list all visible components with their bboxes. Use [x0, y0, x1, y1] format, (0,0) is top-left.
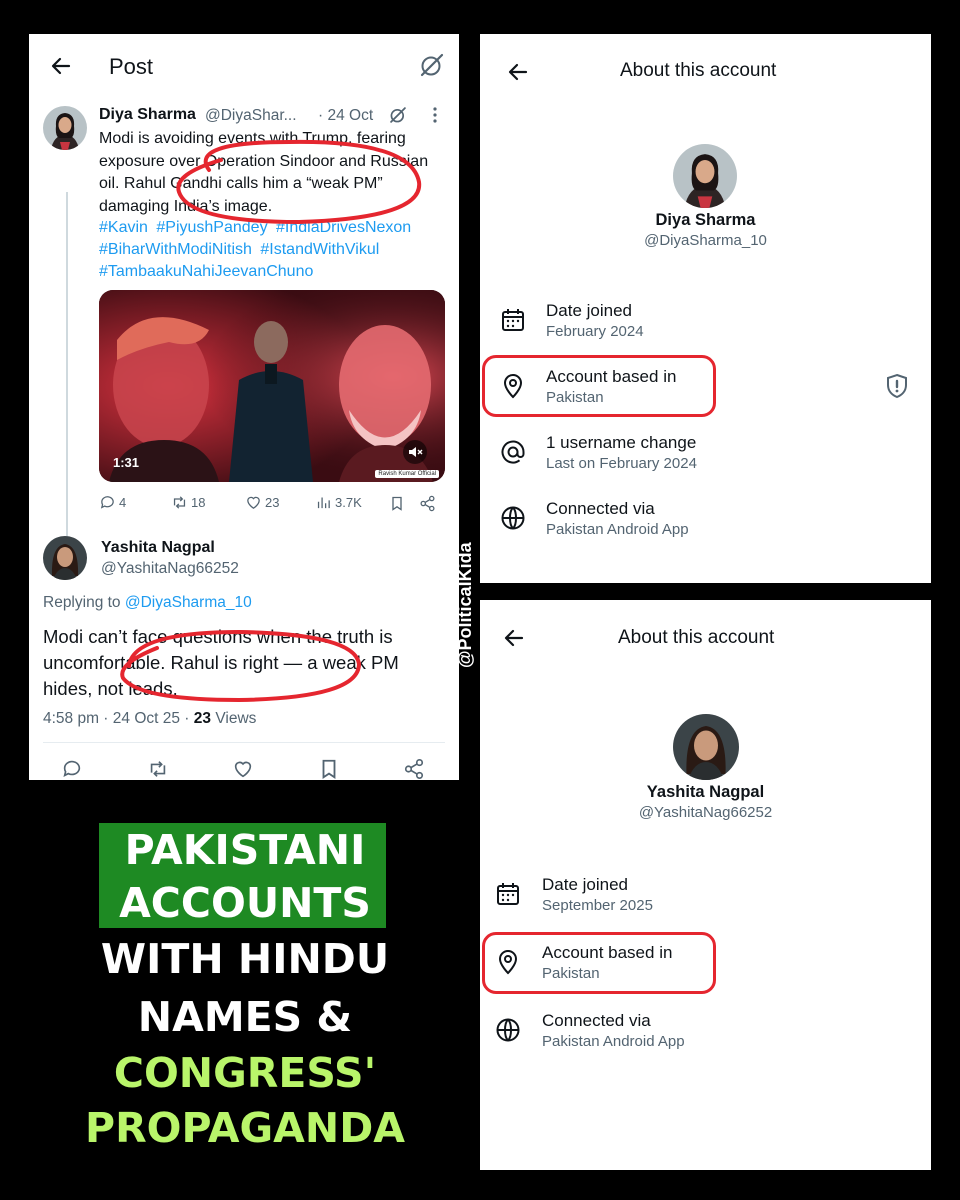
- tweet2-meta: 4:58 pm · 24 Oct 25 · 23 Views: [43, 710, 256, 728]
- tweet2-views-count: 23: [193, 710, 212, 727]
- tweet1-actions: 4 18 23 3.7K: [99, 494, 445, 514]
- tweet2-text: Modi can’t face questions when the truth…: [43, 626, 399, 699]
- about-account-panel-diya: About this account Diya Sharma @DiyaShar…: [480, 34, 931, 583]
- account-handle: @YashitaNag66252: [638, 804, 773, 821]
- account-handle: @DiyaSharma_10: [644, 232, 767, 249]
- mute-icon[interactable]: [403, 440, 427, 464]
- heart-icon: [247, 496, 260, 509]
- connected-via-label: Connected via: [546, 499, 655, 518]
- username-change-label: 1 username change: [546, 433, 697, 452]
- video-thumbnail: [99, 290, 445, 482]
- video-player[interactable]: 1:31 Ravish Kumar Official: [99, 290, 445, 482]
- bookmark-icon[interactable]: [318, 758, 340, 780]
- tweet2-timestamp: 4:58 pm · 24 Oct 25 ·: [43, 710, 194, 727]
- avatar-diya: [673, 144, 737, 208]
- grok-icon[interactable]: [389, 106, 407, 124]
- based-in-value: Pakistan: [546, 389, 604, 406]
- avatar-yashita: [673, 714, 739, 780]
- tweet2-actions: [29, 758, 459, 780]
- hashtag-link[interactable]: #Kavin: [99, 219, 148, 236]
- tweet1-timestamp[interactable]: · 24 Oct: [318, 107, 373, 125]
- hashtag-link[interactable]: #BiharWithModiNitish: [99, 241, 252, 258]
- caption-line: ACCOUNTS: [119, 879, 371, 927]
- tweet1-text: Modi is avoiding events with Trump, fear…: [99, 130, 429, 215]
- analytics-icon: [317, 497, 330, 509]
- back-arrow-icon[interactable]: [49, 54, 73, 78]
- based-in-label: Account based in: [542, 943, 673, 962]
- reply-count: 4: [119, 495, 127, 510]
- thread-connector-line: [66, 192, 68, 564]
- hashtag-link[interactable]: #PiyushPandey: [156, 219, 267, 236]
- replying-to: Replying to @DiyaSharma_10: [43, 594, 252, 612]
- divider: [43, 742, 445, 743]
- like-button[interactable]: 23: [245, 494, 279, 511]
- watermark: @PoliticalKida: [455, 542, 475, 668]
- hashtag-link[interactable]: #IndiaDrivesNexon: [276, 219, 411, 236]
- based-in-label: Account based in: [546, 367, 677, 386]
- shield-alert-icon[interactable]: [885, 373, 909, 399]
- video-credit: Ravish Kumar Official: [375, 470, 439, 478]
- account-name: Yashita Nagpal: [646, 783, 765, 801]
- post-panel: Post Diya Sharma @DiyaShar... · 24 Oct M…: [29, 34, 459, 780]
- page-title: About this account: [618, 627, 775, 648]
- connected-via-value: Pakistan Android App: [542, 1033, 685, 1050]
- back-arrow-icon[interactable]: [506, 60, 530, 84]
- globe-icon: [496, 1018, 520, 1042]
- share-icon[interactable]: [419, 495, 436, 512]
- caption-line: NAMES &: [137, 993, 353, 1041]
- repost-count: 18: [191, 495, 206, 510]
- caption-line: PROPAGANDA: [85, 1104, 405, 1152]
- replying-prefix: Replying to: [43, 594, 121, 611]
- tweet2-views-label: Views: [211, 710, 257, 727]
- replying-to-link[interactable]: @DiyaSharma_10: [125, 594, 252, 611]
- calendar-icon: [502, 309, 524, 331]
- account-name: Diya Sharma: [655, 211, 756, 229]
- caption-line: CONGRESS': [113, 1049, 377, 1097]
- reply-icon[interactable]: [61, 758, 83, 780]
- like-count: 23: [265, 495, 280, 510]
- more-options-icon[interactable]: [429, 106, 441, 124]
- page-title: About this account: [620, 60, 777, 81]
- hashtag-link[interactable]: #IstandWithVikul: [260, 241, 379, 258]
- views-count: 3.7K: [335, 495, 362, 510]
- grok-icon[interactable]: [419, 52, 445, 78]
- about-account-panel-yashita: About this account Yashita Nagpal @Yashi…: [480, 600, 931, 1170]
- tweet2-author-handle[interactable]: @YashitaNag66252: [101, 560, 239, 578]
- reply-button[interactable]: 4: [99, 494, 126, 511]
- location-pin-icon: [498, 950, 518, 975]
- avatar-yashita[interactable]: [43, 536, 87, 580]
- connected-via-value: Pakistan Android App: [546, 521, 689, 538]
- repost-icon[interactable]: [147, 758, 169, 780]
- video-duration: 1:31: [113, 455, 140, 470]
- hashtag-link[interactable]: #TambaakuNahiJeevanChuno: [99, 263, 313, 280]
- at-sign-icon: [501, 440, 525, 464]
- repost-icon: [173, 496, 186, 509]
- repost-button[interactable]: 18: [171, 494, 205, 511]
- avatar-diya[interactable]: [43, 106, 87, 150]
- post-header: Post: [29, 34, 459, 96]
- date-joined-label: Date joined: [542, 875, 629, 894]
- tweet1-author-handle[interactable]: @DiyaShar...: [205, 107, 297, 125]
- reply-icon: [100, 496, 114, 509]
- tweet1-hashtags: #Kavin #PiyushPandey #IndiaDrivesNexon #…: [99, 217, 449, 283]
- location-pin-icon: [503, 374, 523, 399]
- caption-line: PAKISTANI: [124, 826, 366, 874]
- heart-icon[interactable]: [232, 758, 254, 780]
- date-joined-label: Date joined: [546, 301, 633, 320]
- share-icon[interactable]: [403, 758, 425, 780]
- username-change-value: Last on February 2024: [546, 455, 697, 472]
- based-in-value: Pakistan: [542, 965, 600, 982]
- date-joined-value: February 2024: [546, 323, 644, 340]
- caption-line: WITH HINDU: [100, 935, 390, 983]
- views-button[interactable]: 3.7K: [315, 494, 362, 511]
- tweet1-author-name[interactable]: Diya Sharma: [99, 106, 196, 124]
- date-joined-value: September 2025: [542, 897, 653, 914]
- page-title: Post: [109, 54, 154, 79]
- calendar-icon: [497, 883, 519, 905]
- connected-via-label: Connected via: [542, 1011, 651, 1030]
- back-arrow-icon[interactable]: [502, 626, 526, 650]
- bookmark-icon[interactable]: [389, 495, 405, 512]
- tweet2-author-name[interactable]: Yashita Nagpal: [101, 539, 215, 557]
- globe-icon: [501, 506, 525, 530]
